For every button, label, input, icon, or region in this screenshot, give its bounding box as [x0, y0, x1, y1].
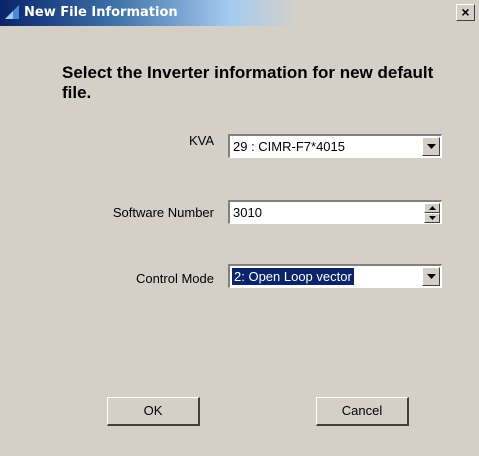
ok-button[interactable]: OK [107, 397, 200, 426]
kva-select[interactable]: 29 : CIMR-F7*4015 [228, 134, 442, 158]
kva-label: KVA [188, 133, 214, 148]
close-icon: × [461, 4, 470, 20]
control-mode-dropdown-button[interactable] [422, 267, 440, 286]
spin-down-icon [429, 216, 436, 220]
kva-dropdown-button[interactable] [422, 137, 440, 156]
control-mode-label: Control Mode [135, 271, 214, 286]
software-number-value[interactable]: 3010 [233, 205, 262, 220]
dropdown-arrow-icon [427, 144, 436, 149]
software-number-label: Software Number [112, 205, 214, 220]
software-number-spinner[interactable]: 3010 [228, 200, 442, 224]
spin-down-button[interactable] [424, 213, 440, 223]
dropdown-arrow-icon [427, 274, 436, 279]
control-mode-value: 2: Open Loop vector [231, 267, 355, 286]
control-mode-select[interactable]: 2: Open Loop vector [228, 264, 442, 288]
window-title: New File Information [24, 5, 178, 20]
spin-up-icon [429, 206, 436, 210]
cancel-button[interactable]: Cancel [316, 397, 409, 426]
instruction-heading: Select the Inverter information for new … [62, 63, 434, 102]
spin-up-button[interactable] [424, 203, 440, 213]
title-bar[interactable]: New File Information × [0, 0, 479, 26]
kva-value: 29 : CIMR-F7*4015 [233, 139, 345, 154]
app-icon [3, 3, 21, 21]
close-button[interactable]: × [456, 4, 475, 21]
